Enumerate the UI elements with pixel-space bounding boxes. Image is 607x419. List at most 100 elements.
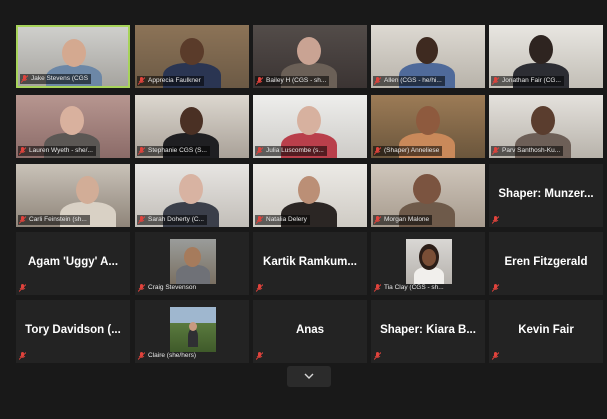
mic-muted-icon: [19, 284, 26, 292]
participant-display-name: Tory Davidson (...: [25, 324, 121, 336]
participant-tile[interactable]: Jonathan Fair (CG...: [489, 25, 603, 88]
participant-tile[interactable]: Tia Clay (CGS - sh...: [371, 232, 485, 295]
participant-tile[interactable]: Bailey H (CGS - sh...: [253, 25, 367, 88]
mic-muted-icon: [138, 77, 145, 85]
participant-name-label: Allen (CGS - he/hi...: [373, 76, 445, 86]
mic-muted-icon: [374, 284, 381, 292]
mic-muted-icon: [138, 147, 145, 155]
participant-name-label: Jake Stevens (CGS: [20, 74, 92, 84]
person-head: [180, 38, 204, 65]
person-head: [531, 106, 555, 135]
person-head: [179, 174, 203, 204]
mic-muted-icon: [19, 352, 26, 360]
person-head: [413, 174, 441, 204]
person-head: [62, 39, 86, 67]
participant-tile[interactable]: Craig Stevenson: [135, 232, 249, 295]
participant-name-label: [491, 215, 505, 225]
participant-name-label: Morgan Malone: [373, 215, 433, 225]
person-head: [298, 176, 320, 204]
participant-tile[interactable]: Shaper: Munzer...: [489, 164, 603, 227]
participant-display-name: Anas: [295, 324, 325, 336]
participant-tile[interactable]: (Shaper) Anneliese: [371, 95, 485, 158]
participant-name-label: [255, 283, 269, 293]
participant-name-label: Apprecia Faulkner: [137, 76, 204, 86]
mic-muted-icon: [374, 147, 381, 155]
mic-muted-icon: [21, 75, 28, 83]
participant-tile[interactable]: Stephanie CGS (S...: [135, 95, 249, 158]
mic-muted-icon: [374, 77, 381, 85]
mic-muted-icon: [492, 77, 499, 85]
mic-muted-icon: [374, 352, 381, 360]
participant-tile[interactable]: Shaper: Kiara B...: [371, 300, 485, 363]
participant-name-label: [18, 351, 32, 361]
participant-name-label: Lauren Wyeth - she/...: [18, 146, 96, 156]
mic-muted-icon: [138, 216, 145, 224]
participant-tile[interactable]: Eren Fitzgerald: [489, 232, 603, 295]
mic-muted-icon: [256, 77, 263, 85]
participant-name-label: (Shaper) Anneliese: [373, 146, 443, 156]
participant-tile[interactable]: Sarah Doherty (C...: [135, 164, 249, 227]
participant-name-label: Carli Feinstein (sh...: [18, 215, 90, 225]
person-head: [76, 176, 99, 204]
mic-muted-icon: [492, 216, 499, 224]
mic-muted-icon: [138, 352, 145, 360]
participant-name-label: Julia Luscombe (s...: [255, 146, 327, 156]
zoom-gallery-view: Jake Stevens (CGS Apprecia Faulkner Bail…: [0, 0, 607, 419]
participant-name-label: Claire (she/hers): [137, 351, 199, 361]
person-head: [297, 37, 321, 65]
participant-name-label: Tia Clay (CGS - sh...: [373, 283, 447, 293]
participant-tile[interactable]: Allen (CGS - he/hi...: [371, 25, 485, 88]
mic-muted-icon: [256, 284, 263, 292]
person-head: [416, 106, 440, 135]
participant-tile[interactable]: Parv Santhosh-Ku...: [489, 95, 603, 158]
participant-tile[interactable]: Jake Stevens (CGS: [16, 25, 130, 88]
mic-muted-icon: [374, 216, 381, 224]
participant-name-label: Parv Santhosh-Ku...: [491, 146, 564, 156]
participant-name-label: [255, 351, 269, 361]
mic-muted-icon: [492, 284, 499, 292]
participant-tile[interactable]: Claire (she/hers): [135, 300, 249, 363]
mic-muted-icon: [138, 284, 145, 292]
mic-muted-icon: [256, 352, 263, 360]
chevron-down-icon: [304, 373, 314, 379]
mic-muted-icon: [256, 147, 263, 155]
participant-tile[interactable]: Kartik Ramkum...: [253, 232, 367, 295]
participant-display-name: Shaper: Kiara B...: [380, 324, 476, 336]
participant-name-label: Jonathan Fair (CG...: [491, 76, 564, 86]
participant-tile[interactable]: Anas: [253, 300, 367, 363]
participant-name-label: Stephanie CGS (S...: [137, 146, 210, 156]
person-head: [180, 107, 203, 135]
person-head: [416, 37, 438, 64]
participant-display-name: Eren Fitzgerald: [504, 256, 588, 268]
participant-display-name: Shaper: Munzer...: [498, 188, 594, 200]
participant-tile[interactable]: Kevin Fair: [489, 300, 603, 363]
participant-name-label: [491, 351, 505, 361]
participant-name-label: [491, 283, 505, 293]
person-head: [529, 35, 553, 64]
person-head: [297, 106, 321, 135]
participant-tile[interactable]: Morgan Malone: [371, 164, 485, 227]
participant-name-label: [18, 283, 32, 293]
participant-tile[interactable]: Tory Davidson (...: [16, 300, 130, 363]
participant-name-label: Craig Stevenson: [137, 283, 199, 293]
participant-tile[interactable]: Lauren Wyeth - she/...: [16, 95, 130, 158]
participant-tile[interactable]: Apprecia Faulkner: [135, 25, 249, 88]
participant-tile[interactable]: Agam 'Uggy' A...: [16, 232, 130, 295]
mic-muted-icon: [492, 352, 499, 360]
profile-picture: [170, 307, 216, 352]
participant-tile[interactable]: Julia Luscombe (s...: [253, 95, 367, 158]
person-head: [60, 106, 84, 135]
participant-name-label: Bailey H (CGS - sh...: [255, 76, 330, 86]
participant-name-label: [373, 351, 387, 361]
participant-display-name: Kevin Fair: [518, 324, 574, 336]
participant-display-name: Agam 'Uggy' A...: [27, 256, 119, 268]
expand-gallery-button[interactable]: [287, 366, 331, 387]
profile-picture: [170, 239, 216, 284]
participant-tile[interactable]: Carli Feinstein (sh...: [16, 164, 130, 227]
mic-muted-icon: [492, 147, 499, 155]
profile-picture: [406, 239, 452, 284]
participant-name-label: Sarah Doherty (C...: [137, 215, 207, 225]
mic-muted-icon: [19, 147, 26, 155]
participant-display-name: Kartik Ramkum...: [263, 256, 357, 268]
participant-tile[interactable]: Natalia Delery: [253, 164, 367, 227]
